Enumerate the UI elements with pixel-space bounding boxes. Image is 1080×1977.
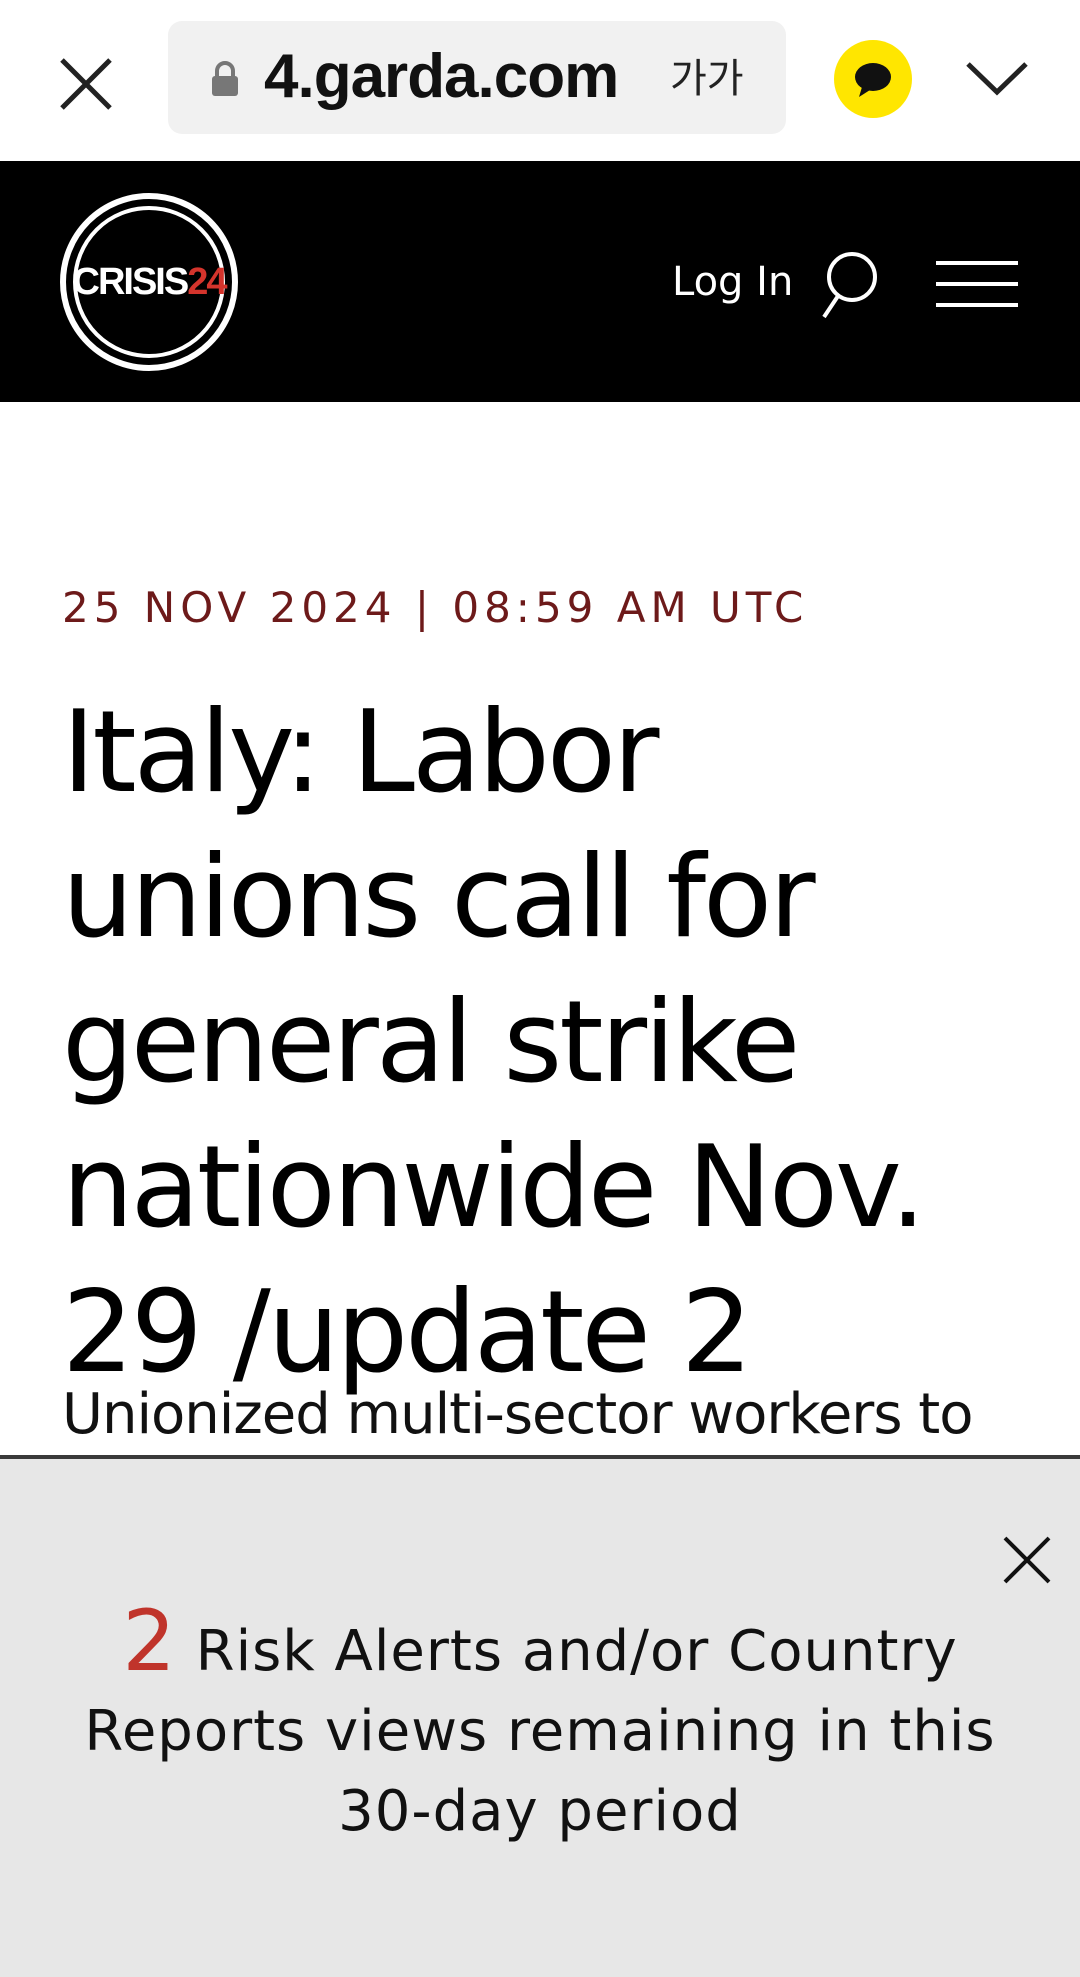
search-icon bbox=[822, 252, 877, 319]
address-bar[interactable]: 4.garda.com 가가 bbox=[168, 21, 786, 134]
text-size-button[interactable]: 가가 bbox=[670, 57, 744, 101]
logo-text-accent: 24 bbox=[187, 261, 227, 303]
url-text: 4.garda.com bbox=[264, 42, 619, 111]
expand-button[interactable] bbox=[962, 52, 1032, 102]
logo-text: CRISIS bbox=[72, 261, 190, 303]
search-button[interactable] bbox=[818, 249, 880, 321]
banner-close-button[interactable] bbox=[1002, 1535, 1052, 1585]
article-title: Italy: Labor unions call for general str… bbox=[62, 686, 926, 1398]
menu-button[interactable] bbox=[936, 259, 1018, 309]
close-icon bbox=[1003, 1536, 1051, 1584]
browser-close-button[interactable] bbox=[52, 50, 120, 118]
banner-message: 2 Risk Alerts and/or Country Reports vie… bbox=[70, 1599, 1010, 1852]
lock-icon bbox=[212, 61, 238, 96]
crisis24-logo[interactable]: CRISIS24 bbox=[58, 191, 240, 373]
login-link[interactable]: Log In bbox=[672, 259, 793, 305]
close-icon bbox=[60, 58, 112, 110]
article-date: 25 NOV 2024 | 08:59 AM UTC bbox=[62, 583, 809, 632]
views-remaining-count: 2 bbox=[122, 1592, 177, 1690]
views-remaining-banner: 2 Risk Alerts and/or Country Reports vie… bbox=[0, 1455, 1080, 1977]
site-header: CRISIS24 Log In bbox=[0, 161, 1080, 402]
chevron-down-icon bbox=[966, 62, 1028, 96]
talk-button[interactable] bbox=[834, 40, 912, 118]
chat-bubble-icon bbox=[855, 63, 891, 97]
hamburger-menu-icon bbox=[936, 261, 1018, 307]
browser-toolbar: 4.garda.com 가가 bbox=[0, 0, 1080, 161]
banner-message-text: Risk Alerts and/or Country Reports views… bbox=[84, 1619, 996, 1844]
article-summary: Unionized multi-sector workers to bbox=[62, 1382, 974, 1447]
